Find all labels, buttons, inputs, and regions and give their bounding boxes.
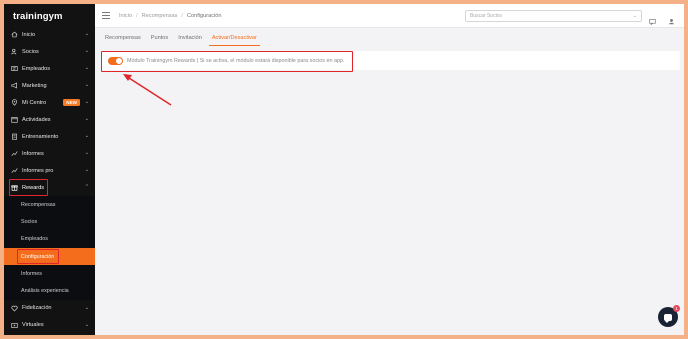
submenu-item-socios[interactable]: Socios bbox=[4, 213, 95, 230]
topbar: Inicio / Recompensas / Configuración Bus… bbox=[95, 4, 684, 28]
sidebar-item-socios[interactable]: Socios ⌄ bbox=[4, 43, 95, 60]
messages-icon[interactable] bbox=[649, 12, 656, 26]
breadcrumb-separator: / bbox=[136, 12, 138, 19]
chevron-down-icon: ⌄ bbox=[84, 304, 89, 311]
breadcrumb-item-recompensas[interactable]: Recompensas bbox=[142, 13, 178, 19]
users-icon bbox=[11, 48, 18, 55]
chart-icon bbox=[11, 150, 18, 157]
sidebar-item-label: Informes bbox=[22, 150, 44, 157]
chevron-down-icon: ⌄ bbox=[632, 13, 637, 19]
sidebar-item-inicio[interactable]: Inicio ⌄ bbox=[4, 26, 95, 43]
sidebar-item-informes[interactable]: Informes ⌄ bbox=[4, 145, 95, 162]
sidebar-item-informes-pro[interactable]: Informes pro ⌄ bbox=[4, 162, 95, 179]
chevron-up-icon: ⌃ bbox=[84, 184, 89, 190]
user-icon[interactable] bbox=[668, 12, 675, 25]
chevron-down-icon: ⌄ bbox=[84, 133, 89, 139]
tab-invitacion[interactable]: Invitación bbox=[173, 29, 207, 46]
rewards-submenu: Recompensas Socios Empleados Configuraci… bbox=[4, 196, 95, 300]
sidebar-item-actividades[interactable]: Actividades ⌄ bbox=[4, 111, 95, 128]
sidebar-item-label: Entrenamiento bbox=[22, 133, 59, 140]
tab-bar: Recompensas Puntos Invitación Activar/De… bbox=[95, 29, 684, 46]
chevron-down-icon: ⌄ bbox=[84, 82, 89, 88]
sidebar-item-virtuales[interactable]: Virtuales ⌄ bbox=[4, 317, 95, 334]
sidebar-item-label: Socios bbox=[22, 48, 39, 55]
chat-bubble-icon bbox=[664, 313, 672, 323]
sidebar-item-label: Virtuales bbox=[22, 322, 44, 329]
breadcrumb-item-inicio[interactable]: Inicio bbox=[119, 13, 132, 19]
submenu-item-configuracion[interactable]: Configuración bbox=[4, 247, 95, 266]
chevron-down-icon: ⌄ bbox=[84, 167, 89, 173]
sidebar-item-mi-centro[interactable]: Mi Centro NEW ⌄ bbox=[4, 94, 95, 111]
sidebar-item-label: Informes pro bbox=[22, 167, 54, 174]
clipboard-icon bbox=[11, 133, 18, 140]
home-icon bbox=[11, 31, 18, 38]
submenu-item-recompensas[interactable]: Recompensas bbox=[4, 196, 95, 213]
breadcrumb: Inicio / Recompensas / Configuración bbox=[119, 13, 221, 19]
sidebar-item-empleados[interactable]: Empleados ⌄ bbox=[4, 60, 95, 77]
chevron-down-icon: ⌄ bbox=[84, 48, 89, 54]
tab-recompensas[interactable]: Recompensas bbox=[100, 29, 146, 46]
search-select[interactable]: Buscar Socios ⌄ bbox=[465, 10, 642, 22]
chevron-down-icon: ⌄ bbox=[84, 65, 89, 71]
tab-puntos[interactable]: Puntos bbox=[146, 29, 173, 46]
sidebar-item-label: Inicio bbox=[22, 31, 36, 38]
breadcrumb-separator: / bbox=[181, 12, 183, 19]
calendar-icon bbox=[11, 116, 18, 123]
play-icon bbox=[11, 322, 18, 329]
location-icon bbox=[11, 99, 18, 106]
brand-logo: trainingym bbox=[13, 10, 63, 22]
sidebar-item-label: Marketing bbox=[22, 82, 47, 89]
sidebar-item-label: Mi Centro bbox=[22, 99, 47, 106]
id-card-icon bbox=[11, 65, 18, 72]
chat-notification-badge: 1 bbox=[673, 305, 680, 312]
chevron-down-icon: ⌄ bbox=[84, 116, 89, 122]
hamburger-menu-icon[interactable] bbox=[102, 12, 110, 19]
sidebar-item-marketing[interactable]: Marketing ⌄ bbox=[4, 77, 95, 94]
chevron-down-icon: ⌄ bbox=[84, 150, 89, 156]
breadcrumb-item-configuracion: Configuración bbox=[186, 12, 222, 19]
sidebar-item-label: Fidelización bbox=[22, 305, 52, 312]
submenu-item-empleados[interactable]: Empleados bbox=[4, 231, 95, 248]
sidebar-item-rewards[interactable]: Rewards ⌃ bbox=[4, 179, 95, 196]
sidebar-item-fidelizacion[interactable]: Fidelización ⌄ bbox=[4, 300, 95, 317]
module-highlight-box bbox=[101, 51, 353, 72]
chevron-down-icon: ⌄ bbox=[84, 31, 89, 37]
chevron-down-icon: ⌄ bbox=[84, 321, 89, 328]
configuracion-highlight-box bbox=[17, 248, 59, 264]
chart-pro-icon bbox=[11, 167, 18, 174]
submenu-item-analisis-experiencia[interactable]: Análisis experiencia bbox=[4, 282, 95, 299]
chevron-down-icon: ⌄ bbox=[84, 99, 89, 105]
sidebar-item-label: Actividades bbox=[22, 116, 51, 123]
app-window: trainingym Inicio ⌄ Socios ⌄ Empleados ⌄… bbox=[4, 4, 684, 335]
heart-icon bbox=[11, 305, 18, 312]
new-badge: NEW bbox=[63, 98, 80, 106]
sidebar: trainingym Inicio ⌄ Socios ⌄ Empleados ⌄… bbox=[4, 4, 95, 335]
chat-launcher-button[interactable]: 1 bbox=[658, 305, 680, 327]
submenu-item-informes[interactable]: Informes bbox=[4, 265, 95, 282]
tab-activar-desactivar[interactable]: Activar/Desactivar bbox=[207, 29, 262, 46]
rewards-highlight-box bbox=[9, 179, 48, 196]
sidebar-nav: Inicio ⌄ Socios ⌄ Empleados ⌄ Marketing … bbox=[4, 26, 95, 334]
search-placeholder: Buscar Socios bbox=[470, 13, 502, 19]
sidebar-item-label: Empleados bbox=[22, 65, 50, 72]
sidebar-item-entrenamiento[interactable]: Entrenamiento ⌄ bbox=[4, 128, 95, 145]
megaphone-icon bbox=[11, 82, 18, 89]
